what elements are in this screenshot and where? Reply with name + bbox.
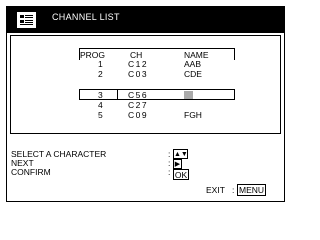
exit-colon: : [232,185,235,195]
exit-label: EXIT [206,185,225,195]
row-1-prog: 1 [98,59,103,69]
row-1-name[interactable]: AAB [184,59,201,69]
channel-table-panel: PROG CH NAME 1 C12 AAB 2 C03 CDE 3 C56 4… [10,35,281,134]
menu-key[interactable]: MENU [237,184,267,196]
row-3-ch[interactable]: C56 [128,90,148,100]
page-title: CHANNEL LIST [52,12,120,22]
row-3-prog: 3 [98,90,103,100]
row-5-prog: 5 [98,110,103,120]
character-cursor[interactable] [184,91,193,99]
row-4-ch[interactable]: C27 [128,100,148,110]
up-down-arrows-key[interactable]: ▲▼ [173,149,188,159]
title-bar: CHANNEL LIST [7,7,284,33]
confirm-colon: : [168,167,171,177]
row-1-ch[interactable]: C12 [128,59,148,69]
right-arrow-key[interactable]: ▶ [173,159,182,169]
ok-key[interactable]: OK [173,169,189,180]
channel-list-screen: CHANNEL LIST PROG CH NAME 1 C12 AAB 2 C0… [6,6,285,202]
row-2-name[interactable]: CDE [184,69,202,79]
row-5-ch[interactable]: C09 [128,110,148,120]
control-help-area: SELECT A CHARACTER NEXT CONFIRM : : : ▲▼… [7,134,284,201]
selected-row-divider [117,89,118,100]
row-2-prog: 2 [98,69,103,79]
row-4-prog: 4 [98,100,103,110]
row-2-ch[interactable]: C03 [128,69,148,79]
row-5-name[interactable]: FGH [184,110,202,120]
confirm-label: CONFIRM [11,167,51,177]
channel-list-icon [17,12,36,28]
